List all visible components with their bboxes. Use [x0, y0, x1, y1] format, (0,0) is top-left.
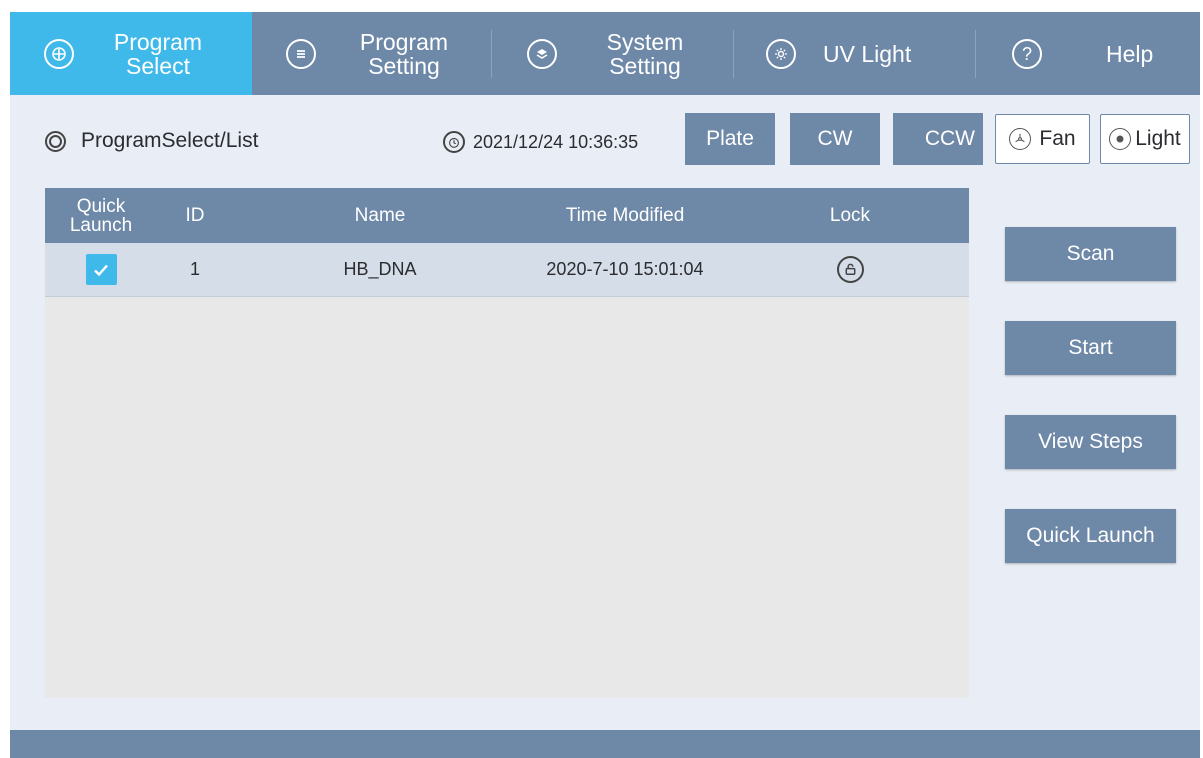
- grid-circle-icon: [44, 38, 74, 69]
- footer-bar: [10, 730, 1200, 758]
- nav-tab-label: Program Setting: [359, 28, 449, 79]
- nav-tab-uv-light[interactable]: UV Light: [734, 12, 976, 95]
- scan-button[interactable]: Scan: [1005, 227, 1176, 281]
- nav-tab-help[interactable]: ? Help: [976, 12, 1200, 95]
- top-nav-bar: Program Select Program Setting System Se…: [10, 12, 1200, 95]
- light-icon: [1109, 128, 1132, 150]
- light-label: Light: [1135, 127, 1181, 150]
- column-header-quick-launch: Quick Launch: [69, 195, 133, 236]
- name-cell: HB_DNA: [343, 259, 417, 279]
- table-header: Quick Launch ID Name Time Modified Lock: [45, 188, 969, 243]
- nav-tab-program-setting[interactable]: Program Setting: [252, 12, 492, 95]
- column-header-time-modified: Time Modified: [565, 205, 685, 226]
- cw-button[interactable]: CW: [790, 113, 880, 165]
- unlock-icon[interactable]: [836, 256, 864, 283]
- lock-cell: [825, 243, 875, 296]
- nav-tab-label: Program Select: [113, 28, 203, 79]
- app-frame: Program Select Program Setting System Se…: [10, 12, 1200, 758]
- ccw-button[interactable]: CCW: [893, 113, 983, 165]
- list-circle-icon: [286, 38, 316, 69]
- view-steps-button[interactable]: View Steps: [1005, 415, 1176, 469]
- breadcrumb-text: ProgramSelect/List: [81, 129, 259, 152]
- quick-launch-button[interactable]: Quick Launch: [1005, 509, 1176, 563]
- program-table: Quick Launch ID Name Time Modified Lock …: [45, 188, 969, 698]
- plate-button[interactable]: Plate: [685, 113, 775, 165]
- quick-launch-cell: [75, 243, 127, 296]
- column-header-lock: Lock: [829, 205, 871, 226]
- nav-tab-label: Help: [1106, 40, 1154, 67]
- question-circle-icon: ?: [1012, 38, 1042, 69]
- layers-circle-icon: [527, 38, 557, 69]
- start-button[interactable]: Start: [1005, 321, 1176, 375]
- table-row[interactable]: 1 HB_DNA 2020-7-10 15:01:04: [45, 243, 969, 297]
- nav-tab-program-select[interactable]: Program Select: [10, 12, 252, 95]
- nav-tab-label: UV Light: [823, 40, 912, 67]
- fan-icon: [1009, 128, 1032, 150]
- id-cell: 1: [189, 259, 200, 279]
- time-modified-cell: 2020-7-10 15:01:04: [546, 259, 704, 279]
- nav-tab-label: System Setting: [606, 28, 684, 79]
- target-circle-icon: [45, 130, 66, 152]
- alarm-clock-icon: [443, 131, 465, 153]
- column-header-id: ID: [185, 205, 205, 226]
- datetime-display: 2021/12/24 10:36:35: [443, 131, 638, 153]
- fan-button[interactable]: Fan: [995, 114, 1090, 164]
- fan-label: Fan: [1039, 127, 1076, 150]
- breadcrumb: ProgramSelect/List: [45, 129, 258, 153]
- sun-circle-icon: [766, 38, 796, 69]
- checkmark-icon: [94, 264, 108, 276]
- light-button[interactable]: Light: [1100, 114, 1190, 164]
- datetime-text: 2021/12/24 10:36:35: [473, 131, 639, 152]
- quick-launch-checkbox[interactable]: [85, 254, 117, 285]
- nav-tab-system-setting[interactable]: System Setting: [492, 12, 734, 95]
- column-header-name: Name: [354, 205, 406, 226]
